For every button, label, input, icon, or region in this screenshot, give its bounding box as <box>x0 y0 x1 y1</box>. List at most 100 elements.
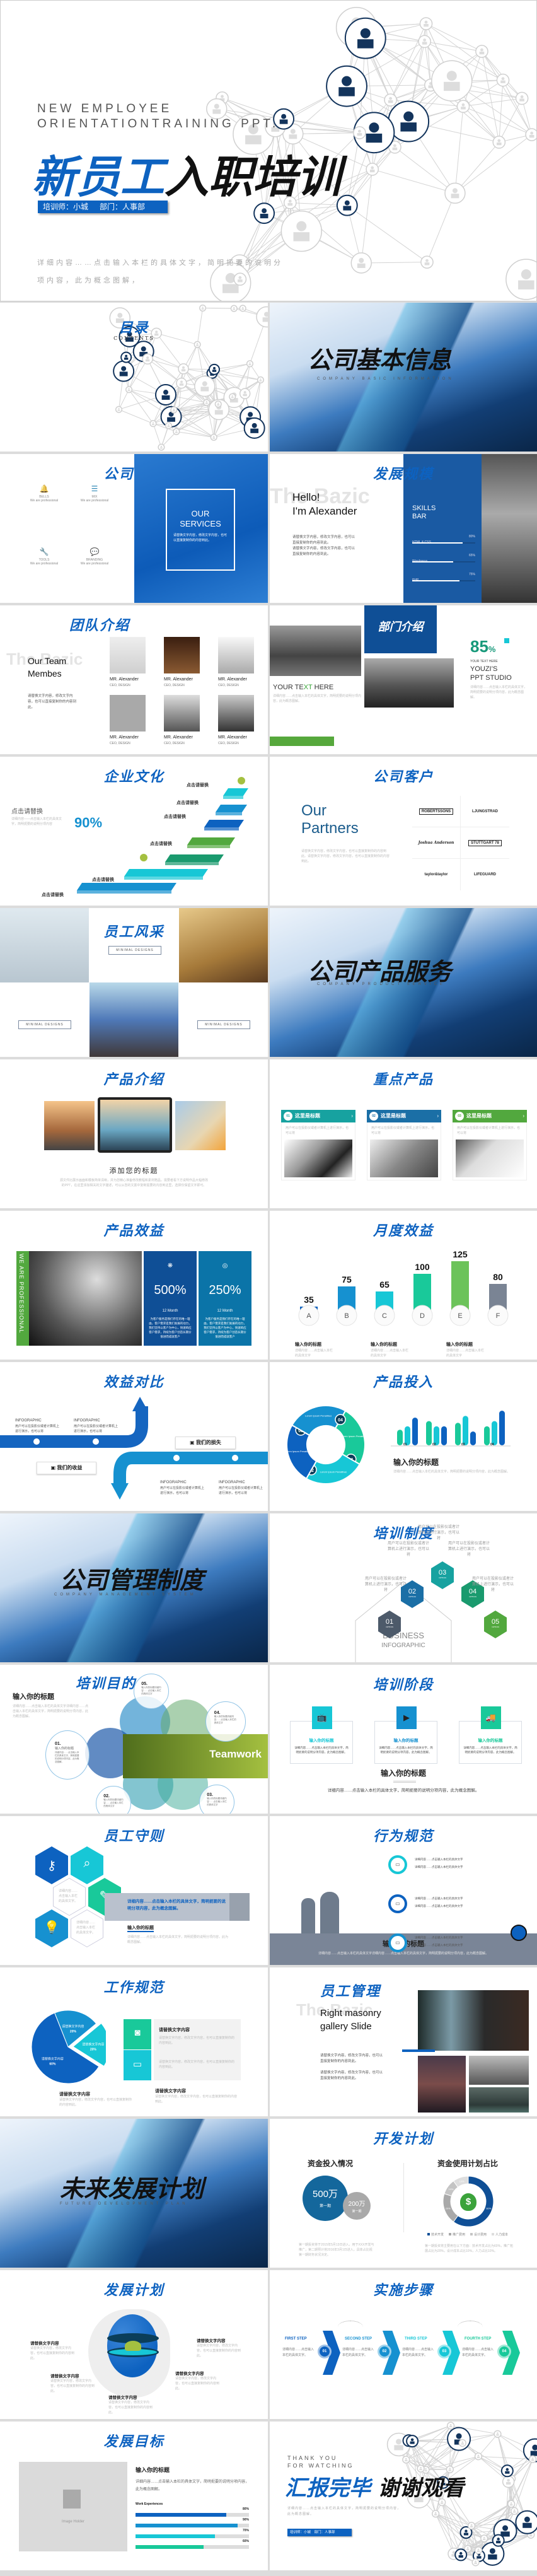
slide-company-intro[interactable]: 公司介绍 OUR SERVICES 请替换文字内容，修改文字内容，也可以直接复制… <box>0 454 268 603</box>
slide-monthly-benefit-chart[interactable]: 月度效益 35 A 75 B 65 C 100 D 125 E 80 F 输入你的标题 详细内容……点击… <box>270 1211 537 1360</box>
slide-training-stage[interactable]: 培训阶段 输入你的标题 详细内容……点击输入本栏的具体文字，简明扼要的说明分项内… <box>270 1665 537 1814</box>
cover-slide[interactable]: NEW EMPLOYEE ORIENTATIONTRAINING PPT. 新员… <box>0 0 537 301</box>
department-name: 部门：人事部 <box>100 202 146 211</box>
slide-employee-rules[interactable]: 员工守则 ⚷ ⌕ 详细内容……点击输入本栏的具体文字。 ✎ 💡 详细内容……点击… <box>0 1816 268 1965</box>
pie-slice-label: 请替换文字内容 <box>82 2042 104 2046</box>
product-card[interactable]: 01 这里是标题 › 用户可以在投影仪或者计算机上进行演示，也可以将 <box>281 1110 355 1180</box>
bar-value-label: 75 <box>342 1274 352 1285</box>
pie-chart: 请替换文字内容20%请替换文字内容20%请替换文字内容60% <box>31 2010 106 2084</box>
slide-key-products[interactable]: 重点产品 01 这里是标题 › 用户可以在投影仪或者计算机上进行演示，也可以将 02 这里… <box>270 1059 537 1208</box>
slide-section-future[interactable]: 未来发展计划 FUTURE DEVELOPMENT PLAN <box>0 2119 268 2268</box>
slide-section-company-info[interactable]: 公司基本信息 COMPANY BASIC INFORMATION <box>270 303 537 452</box>
partner-logo: ROBERTSSONS <box>412 796 461 827</box>
vertical-banner: WE ARE PROFESSIONAL <box>16 1251 29 1346</box>
product-photo <box>370 1139 438 1177</box>
person-node-icon <box>471 2558 480 2567</box>
money-bag-icon: $ <box>460 2193 476 2211</box>
step-label: 点击请替换 <box>164 815 186 819</box>
member-photo <box>164 695 200 731</box>
slide-training-purpose[interactable]: 培训目的 输入你的标题 详细内容……点击输入本栏的具体文字详细内容……点击输入本… <box>0 1665 268 1814</box>
person-node-icon <box>502 2475 515 2488</box>
building-photo <box>29 1251 142 1346</box>
stair-step <box>223 788 248 796</box>
partner-logo: LJUNGSTRAD <box>461 796 509 827</box>
category-label: A <box>306 1312 311 1320</box>
stage-card[interactable]: ▶ 输入你的标题 详细内容……点击输入本栏的具体文字，简明扼要的说明分项内容，此为概… <box>374 1706 437 1764</box>
group-label: 03 <box>461 1443 465 1447</box>
experience-bar-fill <box>136 2545 204 2549</box>
stair-step <box>77 883 176 890</box>
skill-bar-fill <box>412 580 459 581</box>
purpose-point: 01. 输入你的标题 详细内容……点击输入本栏的具体文字，简明扼要的说明分项内容，此… <box>45 1730 90 1780</box>
donut-value-label: 20% <box>446 2207 451 2210</box>
photo-girl-water <box>0 908 89 982</box>
services-frame: OUR SERVICES 请替换文字内容，修改文字内容，也可以直接复制你的内容到… <box>166 489 235 571</box>
legend-item: 技术开发 <box>427 2233 444 2237</box>
legend-item: 人力成本 <box>492 2233 508 2237</box>
image-placeholder[interactable]: Image Holder <box>19 2462 127 2551</box>
person-node-icon <box>239 388 251 399</box>
slide-training-system[interactable]: 培训制度 BUSINESS INFOGRAPHIC 01 OPTION 用户可以在投… <box>270 1513 537 1662</box>
photo-waterfall <box>418 1990 529 2051</box>
slide-thank-you[interactable]: THANK YOU FOR WATCHING 汇报完毕 谢谢观看 详细内容……点… <box>270 2422 537 2570</box>
trainer-info-badge: 培训师：小城 部门：人事部 <box>38 201 168 213</box>
teamwork-banner: Teamwork <box>123 1734 268 1778</box>
target-icon: ◎ <box>222 1262 228 1269</box>
stage-card[interactable]: 🚚 输入你的标题 详细内容……点击输入本栏的具体文字，简明扼要的说明分项内容，此为概… <box>459 1706 522 1764</box>
purpose-point: 05. 输入你的标题详细内容……点击输入本栏的具体文字 <box>134 1674 169 1709</box>
section-subtitle: COMPANY PRODUCT SERVICE <box>317 982 446 986</box>
slide-employee-style[interactable]: 员工风采 MINIMAL DESIGNS MINIMAL DESIGNS MIN… <box>0 908 268 1057</box>
bridge-photo <box>364 658 454 708</box>
product-card[interactable]: 03 这里是标题 › 用户可以在投影仪或者计算机上进行演示，也可以将 <box>453 1110 527 1180</box>
person-node-icon <box>511 2507 519 2515</box>
skill-bar: PHP75% <box>412 573 475 582</box>
slide-title: 产品介绍 <box>103 1071 165 1088</box>
slide-development-goal[interactable]: 发展目标 Image Holder 输入你的标题 详细内容……点击输入本栏的具体… <box>0 2422 268 2570</box>
slide-implementation-steps[interactable]: 实施步骤 FIRST STEP 详细内容……点击输入本栏的具体文字。 01 SECON… <box>270 2270 537 2419</box>
cover-main-title: 新员工入职培训 <box>32 151 341 203</box>
slide-team[interactable]: 团队介绍 The Bazic Our Team Membes 请替换文字内容，修… <box>0 605 268 754</box>
slide-culture[interactable]: 企业文化 点击请替换 详细内容——点击输入本栏的具体文字，简明扼要的说明分项内容… <box>0 757 268 906</box>
product-photo <box>284 1139 352 1177</box>
person-node-icon <box>326 65 367 107</box>
slide-conduct[interactable]: 行为规范 输入你的标题 详细内容……点击输入本栏的具体文字详细内容……点击输入本… <box>270 1816 537 1965</box>
slide-product-investment[interactable]: 产品投入 Lorem Ipsum Penatibus01Lorem Ipsum … <box>270 1362 537 1511</box>
product-card[interactable]: 02 这里是标题 › 用户可以在投影仪或者计算机上进行演示，也可以将 <box>367 1110 441 1180</box>
slide-title: 员工风采 <box>103 924 165 940</box>
slide-product-benefit[interactable]: 产品效益 WE ARE PROFESSIONAL ❋ 500% 12 Month 为客… <box>0 1211 268 1360</box>
slide-section-management[interactable]: 公司管理制度 COMPANY MANAGEMENT SYSTEM <box>0 1513 268 1662</box>
person-node-icon <box>165 422 173 429</box>
battery-icon[interactable] <box>511 1925 527 1941</box>
slide-work-standards[interactable]: 工作规范 请替换文字内容 20% 请替换文字内容 20% 请替换文字内容 60% ◙ ▭ … <box>0 1967 268 2116</box>
bar-value-label: 80 <box>493 1272 503 1282</box>
slide-title: 发展计划 <box>103 2282 165 2299</box>
bell-icon: 🔔 <box>39 484 49 493</box>
stair-step <box>187 837 235 845</box>
slide-department[interactable]: 部门介绍 YOUR TEXT HERE 详细内容……点击输入本栏的具体文字，简明… <box>270 605 537 754</box>
slide-contents[interactable]: 目录 CONTENTS ✈公司基本信息详细内容……点击输入本栏的具体文字，简明扼… <box>0 303 268 452</box>
slide-product-intro[interactable]: 产品介绍 添加您的标题 源文件比展示画面和模板简单清晰，并为您精心准备修改教程和… <box>0 1059 268 1208</box>
slide-clients[interactable]: 公司客户 Our Partners 请替换文字内容，修改文字内容，也可以直接复制… <box>270 757 537 906</box>
chevron-right-icon: › <box>523 1113 524 1119</box>
product-heading: 添加您的标题 <box>109 1167 159 1175</box>
monthly-bar-chart: 35 A 75 B 65 C 100 D 125 E 80 F <box>298 1249 509 1326</box>
person-node-icon <box>418 35 431 49</box>
slide-development-plan[interactable]: 开发计划 资金投入情况 500万 第一期 200万 第一期 第一期投资将于201… <box>270 2119 537 2268</box>
battery-status-icon: ▭ <box>388 1933 407 1952</box>
legend-item: 推广费用 <box>449 2233 465 2237</box>
slide-growth-plan[interactable]: 发展计划 请替换文字内容 请替换文字内容，修改文字内容，也可以直接复制你的内容到此… <box>0 2270 268 2419</box>
slide-benefit-compare[interactable]: 效益对比 ▣ 我们的收益 ▣ 我们的损失 INFOGRAPHIC 用户可以在投影仪… <box>0 1362 268 1511</box>
tag-minimal-designs: MINIMAL DESIGNS <box>18 1020 71 1029</box>
truck-icon: 🚚 <box>481 1706 501 1729</box>
camera-icon <box>504 638 509 643</box>
person-node-icon <box>496 73 510 87</box>
ring-text: Lorem Ipsum Penatibus <box>340 1435 367 1438</box>
stair-steps-graphic <box>77 777 248 894</box>
stage-card[interactable]: 📺 输入你的标题 详细内容……点击输入本栏的具体文字，简明扼要的说明分项内容，此为概… <box>290 1706 353 1764</box>
feature-item: ☰ MIX We are professional <box>76 484 113 503</box>
slide-development-scale[interactable]: SKILLS BAR HTML & CSS80%Wordpress65%PHP7… <box>270 454 537 603</box>
member-photo <box>218 637 254 673</box>
slide-section-products[interactable]: 公司产品服务 COMPANY PRODUCT SERVICE <box>270 908 537 1057</box>
services-panel: OUR SERVICES 请替换文字内容，修改文字内容，也可以直接复制你的内容到… <box>134 454 268 603</box>
slide-employee-management[interactable]: 员工管理 The Bazic Right masonry gallery Sli… <box>270 1967 537 2116</box>
